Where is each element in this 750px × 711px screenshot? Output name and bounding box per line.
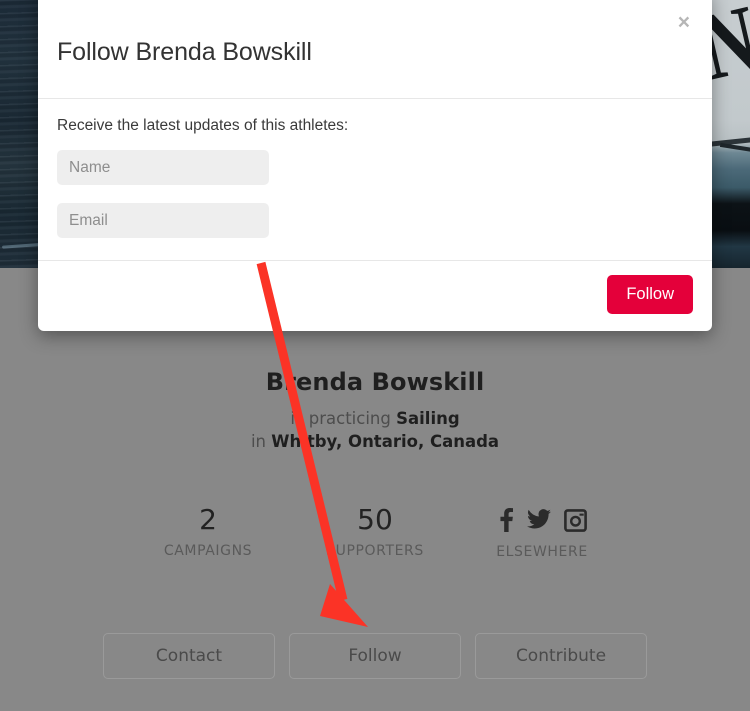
social-icon-group [459,505,626,535]
contact-button[interactable]: Contact [103,633,275,679]
profile-activity-prefix: is practicing [290,409,397,428]
email-input[interactable] [57,203,269,238]
profile-location-line: in Whitby, Ontario, Canada [0,432,750,451]
follow-modal: Follow Brenda Bowskill × Receive the lat… [38,0,712,331]
profile-stats: 2 CAMPAIGNS 50 SUPPORTERS ELSEWHERE [0,505,750,560]
twitter-icon[interactable] [526,509,551,531]
profile-section: Brenda Bowskill is practicing Sailing in… [0,368,750,451]
stat-supporters-label: SUPPORTERS [326,543,424,560]
modal-header: Follow Brenda Bowskill × [38,0,712,99]
sail-boom-secondary [719,142,750,154]
facebook-icon[interactable] [498,508,514,532]
profile-activity-line: is practicing Sailing [0,409,750,428]
form-description: Receive the latest updates of this athle… [57,117,349,134]
modal-body: Receive the latest updates of this athle… [38,99,712,260]
background-water-left [0,0,51,268]
profile-location: Whitby, Ontario, Canada [271,432,500,451]
profile-name: Brenda Bowskill [265,368,485,396]
profile-location-prefix: in [250,432,272,451]
modal-title: Follow Brenda Bowskill [57,38,312,66]
close-icon[interactable]: × [674,10,694,35]
stat-campaigns-value: 2 [199,503,217,536]
follow-button[interactable]: Follow [289,633,461,679]
contribute-button[interactable]: Contribute [475,633,647,679]
stat-elsewhere: ELSEWHERE [459,505,626,560]
modal-follow-submit-button[interactable]: Follow [607,275,693,314]
page-root: N Brenda Bowskill is practicing Sailing … [0,0,750,711]
stat-campaigns-label: CAMPAIGNS [163,543,253,560]
stat-elsewhere-label: ELSEWHERE [496,544,588,560]
name-input[interactable] [57,150,269,185]
instagram-icon[interactable] [563,508,587,532]
stat-supporters-value: 50 [357,503,393,536]
stat-supporters: 50 SUPPORTERS [292,503,459,560]
profile-action-buttons: Contact Follow Contribute [0,633,750,679]
modal-footer: Follow [38,260,712,331]
stat-campaigns: 2 CAMPAIGNS [125,503,292,560]
profile-activity: Sailing [396,409,460,428]
